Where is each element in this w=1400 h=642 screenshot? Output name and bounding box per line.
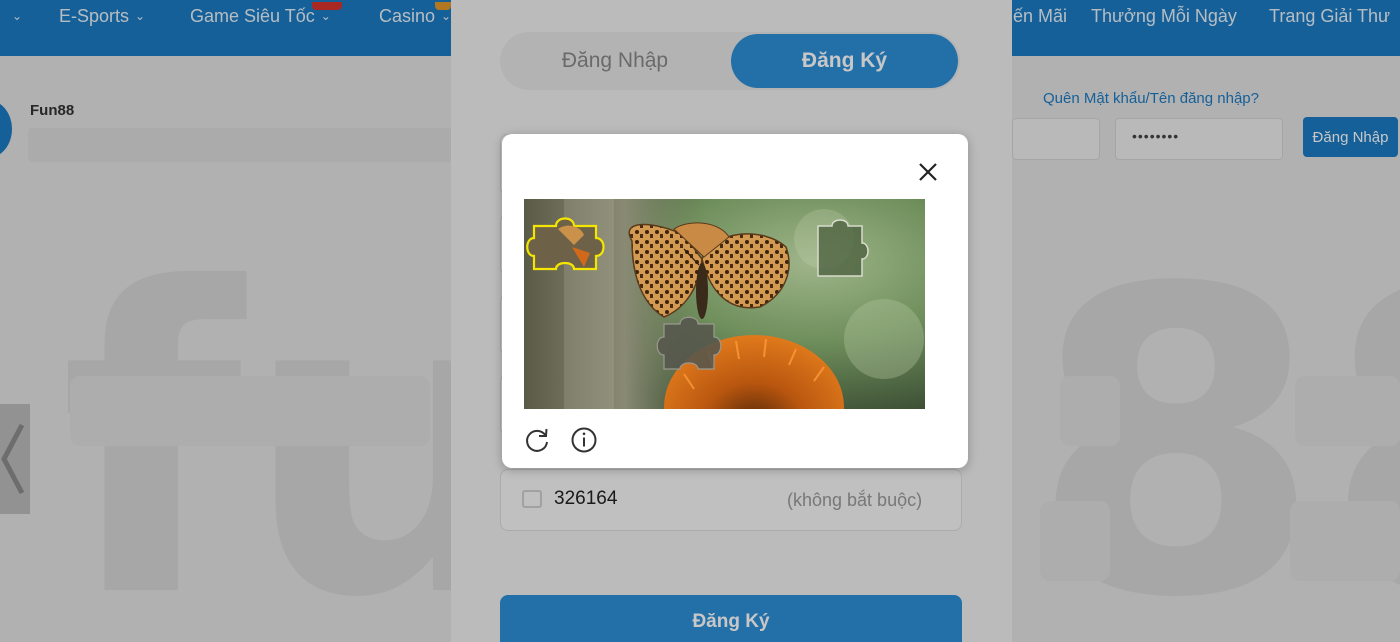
- refresh-icon[interactable]: [523, 426, 551, 454]
- captcha-puzzle-image[interactable]: [524, 199, 925, 409]
- info-icon[interactable]: [570, 426, 598, 454]
- close-icon[interactable]: [914, 158, 942, 186]
- puzzle-piece[interactable]: [526, 217, 605, 271]
